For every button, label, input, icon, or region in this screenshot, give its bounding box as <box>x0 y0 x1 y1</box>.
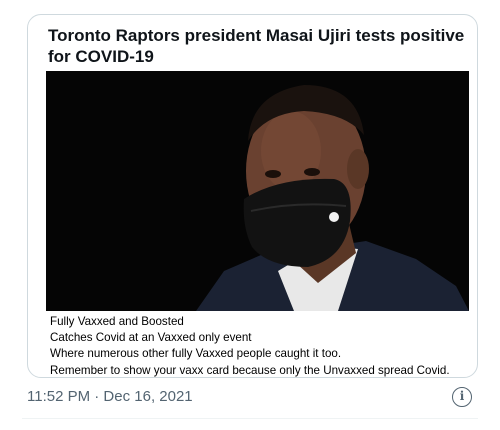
photo-illustration <box>46 71 469 311</box>
tweet-meta-row: 11:52 PM · Dec 16, 2021 i <box>27 386 478 412</box>
caption-text: Fully Vaxxed and Boosted Catches Covid a… <box>50 314 475 377</box>
divider <box>22 418 478 419</box>
caption-line: Where numerous other fully Vaxxed people… <box>50 347 342 361</box>
caption-line: Remember to show your vaxx card because … <box>50 363 450 377</box>
info-circle-icon[interactable]: i <box>452 387 472 407</box>
tweet-detail: Toronto Raptors president Masai Ujiri te… <box>0 0 500 430</box>
caption-line: Fully Vaxxed and Boosted <box>50 315 184 328</box>
media-card[interactable]: Toronto Raptors president Masai Ujiri te… <box>27 14 478 378</box>
caption-line: Catches Covid at an Vaxxed only event <box>50 331 252 345</box>
article-headline: Toronto Raptors president Masai Ujiri te… <box>48 26 465 66</box>
news-photo[interactable] <box>46 71 469 311</box>
tweet-timestamp-link[interactable]: 11:52 PM · Dec 16, 2021 <box>27 388 193 405</box>
